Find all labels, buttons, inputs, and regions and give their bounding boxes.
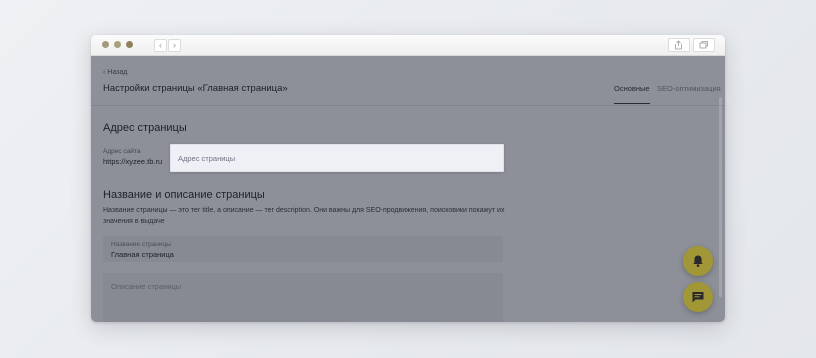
tabs-icon (699, 41, 708, 49)
chevron-left-icon[interactable]: ‹ (154, 39, 167, 52)
modal-overlay (91, 56, 725, 322)
share-icon (675, 40, 682, 50)
zoom-window-button[interactable] (126, 41, 133, 48)
close-window-button[interactable] (102, 41, 109, 48)
tabs-button[interactable] (693, 38, 715, 52)
browser-window: ‹ › ‹ Назад Настройки страницы «Главная … (91, 35, 725, 322)
title-bar: ‹ › (91, 35, 725, 56)
page-address-input[interactable]: Адрес страницы (170, 144, 504, 172)
share-button[interactable] (668, 38, 690, 52)
chat-button[interactable] (683, 282, 713, 312)
chevron-right-icon[interactable]: › (168, 39, 181, 52)
bell-icon (693, 255, 703, 267)
notifications-button[interactable] (683, 246, 713, 276)
page-address-placeholder: Адрес страницы (178, 154, 236, 163)
chat-icon (692, 292, 704, 303)
scrollbar[interactable] (719, 97, 722, 297)
minimize-window-button[interactable] (114, 41, 121, 48)
